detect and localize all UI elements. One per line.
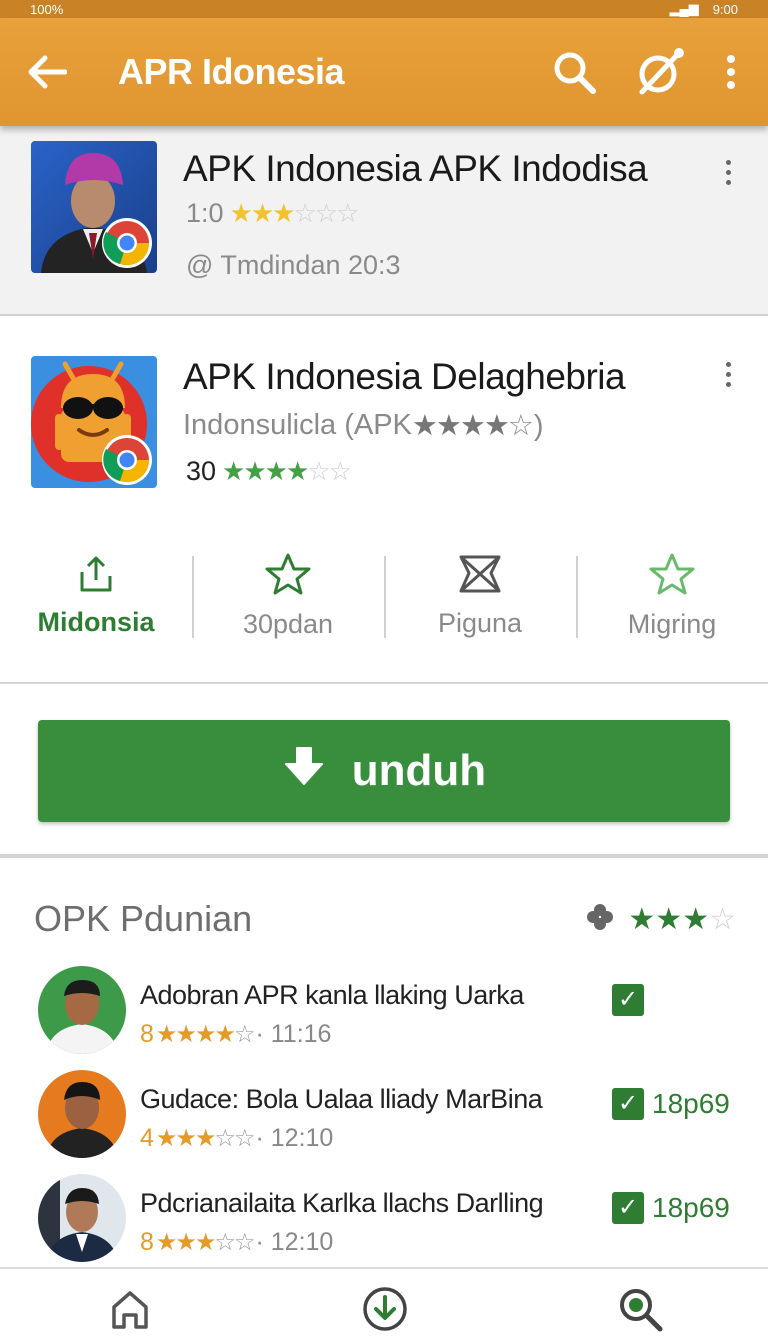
app-icon bbox=[31, 356, 157, 488]
featured-app-card[interactable]: APK Indonesia APK Indodisa 1:0 ★★★☆☆☆ @ … bbox=[0, 126, 768, 316]
action-share[interactable]: Midonsia bbox=[0, 546, 192, 646]
developer-suffix: ☆) bbox=[507, 410, 544, 442]
status-bar: 100% ▂▄▆ 9:00 bbox=[0, 0, 768, 18]
star-outline-icon bbox=[265, 552, 311, 601]
check-icon[interactable]: ✓ bbox=[612, 1088, 644, 1120]
search-icon[interactable] bbox=[616, 1283, 664, 1335]
signal-icon: ▂▄▆ bbox=[669, 1, 699, 16]
bottom-nav bbox=[0, 1267, 768, 1344]
status-icons: ▂▄▆ 9:00 bbox=[669, 1, 738, 17]
item-status: ✓ 18p69 bbox=[612, 1192, 730, 1224]
rating-count: 30 bbox=[186, 456, 217, 486]
action-bookmark[interactable]: Piguna bbox=[384, 546, 576, 646]
item-time: · 12:10 bbox=[255, 1124, 334, 1152]
section-stars: ★★★☆ bbox=[628, 903, 736, 936]
bookmark-cross-icon bbox=[457, 553, 503, 600]
reviews-section: OPK Pdunian ★★★☆ Adobran APR kanla llaki… bbox=[0, 862, 768, 1267]
item-status: ✓ bbox=[612, 984, 652, 1016]
action-row: Midonsia 30pdan Piguna Migring bbox=[0, 546, 768, 646]
more-vert-icon[interactable] bbox=[718, 354, 738, 394]
app-rating: 30 ★★★★☆☆ bbox=[186, 456, 352, 487]
action-label: 30pdan bbox=[242, 609, 334, 639]
share-icon bbox=[76, 554, 116, 599]
item-meta: 8 ★★★★☆ · 11:16 bbox=[140, 1020, 331, 1049]
item-title: Gudace: Bola Ualaa lliady MarBina bbox=[140, 1084, 543, 1114]
featured-app-rating: 1:0 ★★★☆☆☆ bbox=[186, 198, 360, 229]
featured-app-time: @ Tmdindan 20:3 bbox=[186, 250, 401, 280]
section-rating: ★★★☆ bbox=[586, 902, 736, 937]
more-vert-icon[interactable] bbox=[716, 42, 746, 102]
item-time: · 12:10 bbox=[255, 1228, 334, 1256]
clock-text: 9:00 bbox=[712, 1, 738, 17]
app-name: APK Indonesia Delaghebria bbox=[183, 356, 626, 397]
avatar bbox=[38, 1174, 126, 1262]
search-icon[interactable] bbox=[544, 42, 604, 102]
arrow-back-icon[interactable] bbox=[22, 47, 72, 97]
item-time: · 11:16 bbox=[255, 1020, 332, 1048]
clover-icon bbox=[586, 903, 614, 936]
check-icon[interactable]: ✓ bbox=[612, 1192, 644, 1224]
developer-name: Indonsulicla (APK bbox=[183, 409, 412, 441]
item-meta: 4 ★★★☆☆ · 12:10 bbox=[140, 1124, 333, 1153]
featured-app-name: APK Indonesia APK Indodisa bbox=[183, 148, 648, 189]
item-title: Pdcrianailaita Karlka llachs Darlling bbox=[140, 1188, 544, 1218]
action-label: Midonsia bbox=[37, 607, 155, 637]
download-arrow-icon bbox=[282, 744, 326, 799]
download-label: unduh bbox=[351, 746, 487, 795]
more-vert-icon[interactable] bbox=[718, 152, 738, 192]
action-label: Migring bbox=[627, 609, 717, 639]
no-ads-icon[interactable] bbox=[630, 42, 690, 102]
action-rate[interactable]: 30pdan bbox=[192, 546, 384, 646]
item-badge: 18p69 bbox=[652, 1088, 730, 1119]
featured-app-icon bbox=[31, 141, 157, 273]
star-outline-icon bbox=[649, 552, 695, 601]
item-rating: 4 bbox=[140, 1124, 154, 1152]
download-section: unduh bbox=[0, 686, 768, 858]
item-meta: 8 ★★★☆☆ · 12:10 bbox=[140, 1228, 333, 1257]
avatar bbox=[38, 966, 126, 1054]
download-button[interactable]: unduh bbox=[38, 720, 730, 822]
item-badge: 18p69 bbox=[652, 1192, 730, 1223]
avatar bbox=[38, 1070, 126, 1158]
rating-value: 1:0 bbox=[186, 198, 224, 228]
action-label: Piguna bbox=[437, 608, 523, 638]
action-wishlist[interactable]: Migring bbox=[576, 546, 768, 646]
app-developer[interactable]: Indonsulicla (APK ★★★★ ☆) bbox=[183, 408, 544, 443]
item-stars: ★★★☆☆ bbox=[155, 1229, 256, 1256]
page-title: APR Idonesia bbox=[118, 51, 345, 92]
section-title: OPK Pdunian bbox=[34, 898, 253, 939]
item-stars: ★★★★☆ bbox=[155, 1021, 256, 1048]
item-title: Adobran APR kanla llaking Uarka bbox=[140, 980, 524, 1010]
rating-stars: ★★★★☆☆ bbox=[222, 456, 352, 486]
list-item[interactable]: Gudace: Bola Ualaa lliady MarBina 4 ★★★☆… bbox=[0, 1070, 768, 1166]
developer-stars: ★★★★ bbox=[411, 410, 510, 442]
rating-stars: ★★★☆☆☆ bbox=[229, 198, 360, 228]
list-item[interactable]: Adobran APR kanla llaking Uarka 8 ★★★★☆ … bbox=[0, 966, 768, 1062]
list-item[interactable]: Pdcrianailaita Karlka llachs Darlling 8 … bbox=[0, 1174, 768, 1270]
check-icon[interactable]: ✓ bbox=[612, 984, 644, 1016]
item-stars: ★★★☆☆ bbox=[155, 1125, 256, 1152]
item-rating: 8 bbox=[140, 1228, 154, 1256]
app-bar: APR Idonesia bbox=[0, 18, 768, 126]
download-circle-icon[interactable] bbox=[361, 1283, 409, 1335]
app-detail-card: APK Indonesia Delaghebria Indonsulicla (… bbox=[0, 318, 768, 684]
item-rating: 8 bbox=[140, 1020, 154, 1048]
battery-text: 100% bbox=[30, 1, 64, 17]
item-status: ✓ 18p69 bbox=[612, 1088, 730, 1120]
home-icon[interactable] bbox=[106, 1283, 154, 1335]
